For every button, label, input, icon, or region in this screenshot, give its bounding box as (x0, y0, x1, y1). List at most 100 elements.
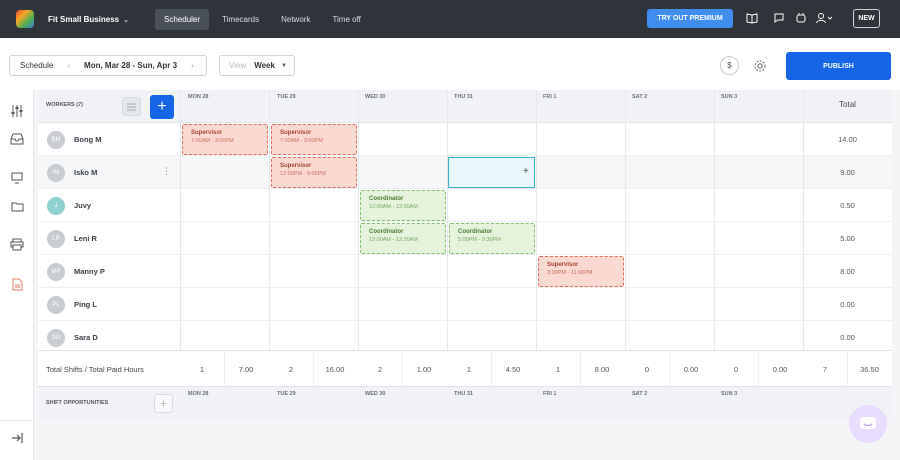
worker-name[interactable]: Ping L (74, 300, 97, 309)
grid-line (847, 351, 848, 388)
left-sidebar (0, 90, 34, 460)
total-shifts-sun: 0 (733, 365, 739, 374)
worker-row: MP Manny P 8.00 (38, 255, 892, 288)
tab-timecards[interactable]: Timecards (213, 9, 268, 30)
day-header-wed: WED 30 (365, 94, 386, 100)
try-premium-button[interactable]: TRY OUT PREMIUM (647, 9, 733, 28)
grid-line (180, 90, 181, 354)
worker-name[interactable]: Leni R (74, 234, 97, 243)
support-chat-button[interactable] (849, 405, 887, 443)
chevron-down-icon: ⌄ (123, 16, 130, 24)
worker-name[interactable]: Sara D (74, 333, 98, 342)
app-logo[interactable] (16, 10, 34, 28)
day-header-wed: WED 30 (365, 391, 386, 397)
chat-icon (860, 417, 876, 429)
total-hours-week: 36.50 (860, 365, 879, 374)
day-header-tue: TUE 29 (277, 391, 296, 397)
shift-card[interactable]: Supervisor 3:00PM - 11:00PM (538, 256, 624, 287)
day-header-fri: FRI 1 (543, 391, 557, 397)
shift-card[interactable]: Coordinator 12:00AM - 12:30AM (360, 190, 446, 221)
grid-line (536, 90, 537, 354)
avatar: PL (47, 296, 65, 314)
grid-line (491, 351, 492, 388)
totals-row: Total Shifts / Total Paid Hours 1 7.00 2… (38, 350, 892, 388)
total-shifts-week: 7 (822, 365, 828, 374)
avatar: LR (47, 230, 65, 248)
document-icon[interactable] (9, 276, 25, 292)
date-range[interactable]: Mon, Mar 28 - Sun, Apr 3 (74, 61, 187, 70)
worker-row: J Juvy 0.50 (38, 189, 892, 222)
selected-cell[interactable]: + (448, 157, 535, 188)
tab-network[interactable]: Network (272, 9, 319, 30)
printer-icon[interactable] (9, 236, 25, 252)
more-options-icon[interactable]: ⋮ (162, 166, 171, 177)
expand-sidebar-icon[interactable] (9, 430, 25, 446)
worker-row: PL Ping L 0.00 (38, 288, 892, 321)
total-hours-sun: 0.00 (772, 365, 788, 374)
day-header-mon: MON 28 (188, 391, 209, 397)
top-nav-bar: Fit Small Business ⌄ Scheduler Timecards … (0, 0, 900, 38)
inbox-icon[interactable] (9, 131, 25, 147)
gift-icon[interactable] (794, 11, 808, 25)
next-week-icon[interactable]: › (187, 61, 198, 70)
add-worker-button[interactable]: + (150, 95, 174, 119)
schedule-label[interactable]: Schedule (10, 61, 63, 70)
new-button[interactable]: NEW (853, 9, 880, 28)
add-opportunity-button[interactable]: + (154, 394, 173, 413)
sort-list-icon[interactable] (122, 97, 141, 116)
avatar: MP (47, 263, 65, 281)
total-header: Total (839, 100, 856, 109)
day-header-thu: THU 31 (454, 391, 473, 397)
grid-line (447, 90, 448, 354)
tab-time-off[interactable]: Time off (323, 9, 369, 30)
shift-role: Coordinator (369, 196, 404, 202)
shift-card[interactable]: Supervisor 7:00AM - 3:00PM (271, 124, 357, 155)
grid-line (580, 351, 581, 388)
gear-icon[interactable] (750, 56, 769, 75)
folder-icon[interactable] (9, 198, 25, 214)
worker-total: 8.00 (840, 267, 855, 276)
shift-card[interactable]: Supervisor 7:00AM - 3:00PM (182, 124, 268, 155)
total-shifts-mon: 1 (199, 365, 205, 374)
shift-opportunities-label: SHIFT OPPORTUNITIES (46, 400, 109, 406)
day-header-sun: SUN 3 (721, 94, 738, 100)
shift-role: Supervisor (280, 130, 312, 136)
schedule-selector[interactable]: Schedule ‹ Mon, Mar 28 - Sun, Apr 3 › (9, 55, 207, 76)
company-switcher[interactable]: Fit Small Business ⌄ (48, 15, 129, 24)
book-icon[interactable] (745, 11, 759, 25)
shift-time: 7:00AM - 3:00PM (191, 138, 234, 144)
shift-role: Supervisor (547, 262, 579, 268)
sidebar-divider (0, 420, 34, 421)
workers-header: WORKERS (7) (46, 102, 83, 108)
avatar: IM (47, 164, 65, 182)
worker-name[interactable]: Manny P (74, 267, 105, 276)
day-header-sat: SAT 2 (632, 94, 648, 100)
scheduler-toolbar: Schedule ‹ Mon, Mar 28 - Sun, Apr 3 › Vi… (0, 38, 900, 90)
dollar-icon[interactable]: $ (720, 56, 739, 75)
user-menu-icon[interactable] (815, 11, 833, 25)
add-shift-icon[interactable]: + (523, 166, 529, 177)
prev-week-icon[interactable]: ‹ (63, 61, 74, 70)
total-hours-wed: 1.00 (416, 365, 432, 374)
tab-scheduler[interactable]: Scheduler (155, 8, 210, 30)
sliders-icon[interactable] (9, 103, 25, 119)
worker-name[interactable]: Isko M (74, 168, 97, 177)
chat-bubble-icon[interactable] (772, 11, 786, 25)
total-hours-fri: 8.00 (594, 365, 610, 374)
shift-card[interactable]: Coordinator 12:00AM - 12:30AM (360, 223, 446, 254)
shift-time: 5:00PM - 9:30PM (458, 237, 501, 243)
day-header-tue: TUE 29 (277, 94, 296, 100)
worker-total: 14.00 (838, 135, 857, 144)
monitor-icon[interactable] (9, 170, 25, 186)
publish-button[interactable]: PUBLISH (786, 52, 891, 80)
worker-name[interactable]: Bong M (74, 135, 102, 144)
view-selector[interactable]: View Week ▼ (219, 55, 295, 76)
shift-card[interactable]: Supervisor 12:00PM - 9:00PM (271, 157, 357, 188)
worker-total: 0.00 (840, 300, 855, 309)
shift-role: Coordinator (458, 229, 493, 235)
shift-card[interactable]: Coordinator 5:00PM - 9:30PM (449, 223, 535, 254)
worker-name[interactable]: Juvy (74, 201, 91, 210)
avatar: SD (47, 329, 65, 347)
grid-line (625, 90, 626, 354)
grid-line (758, 351, 759, 388)
